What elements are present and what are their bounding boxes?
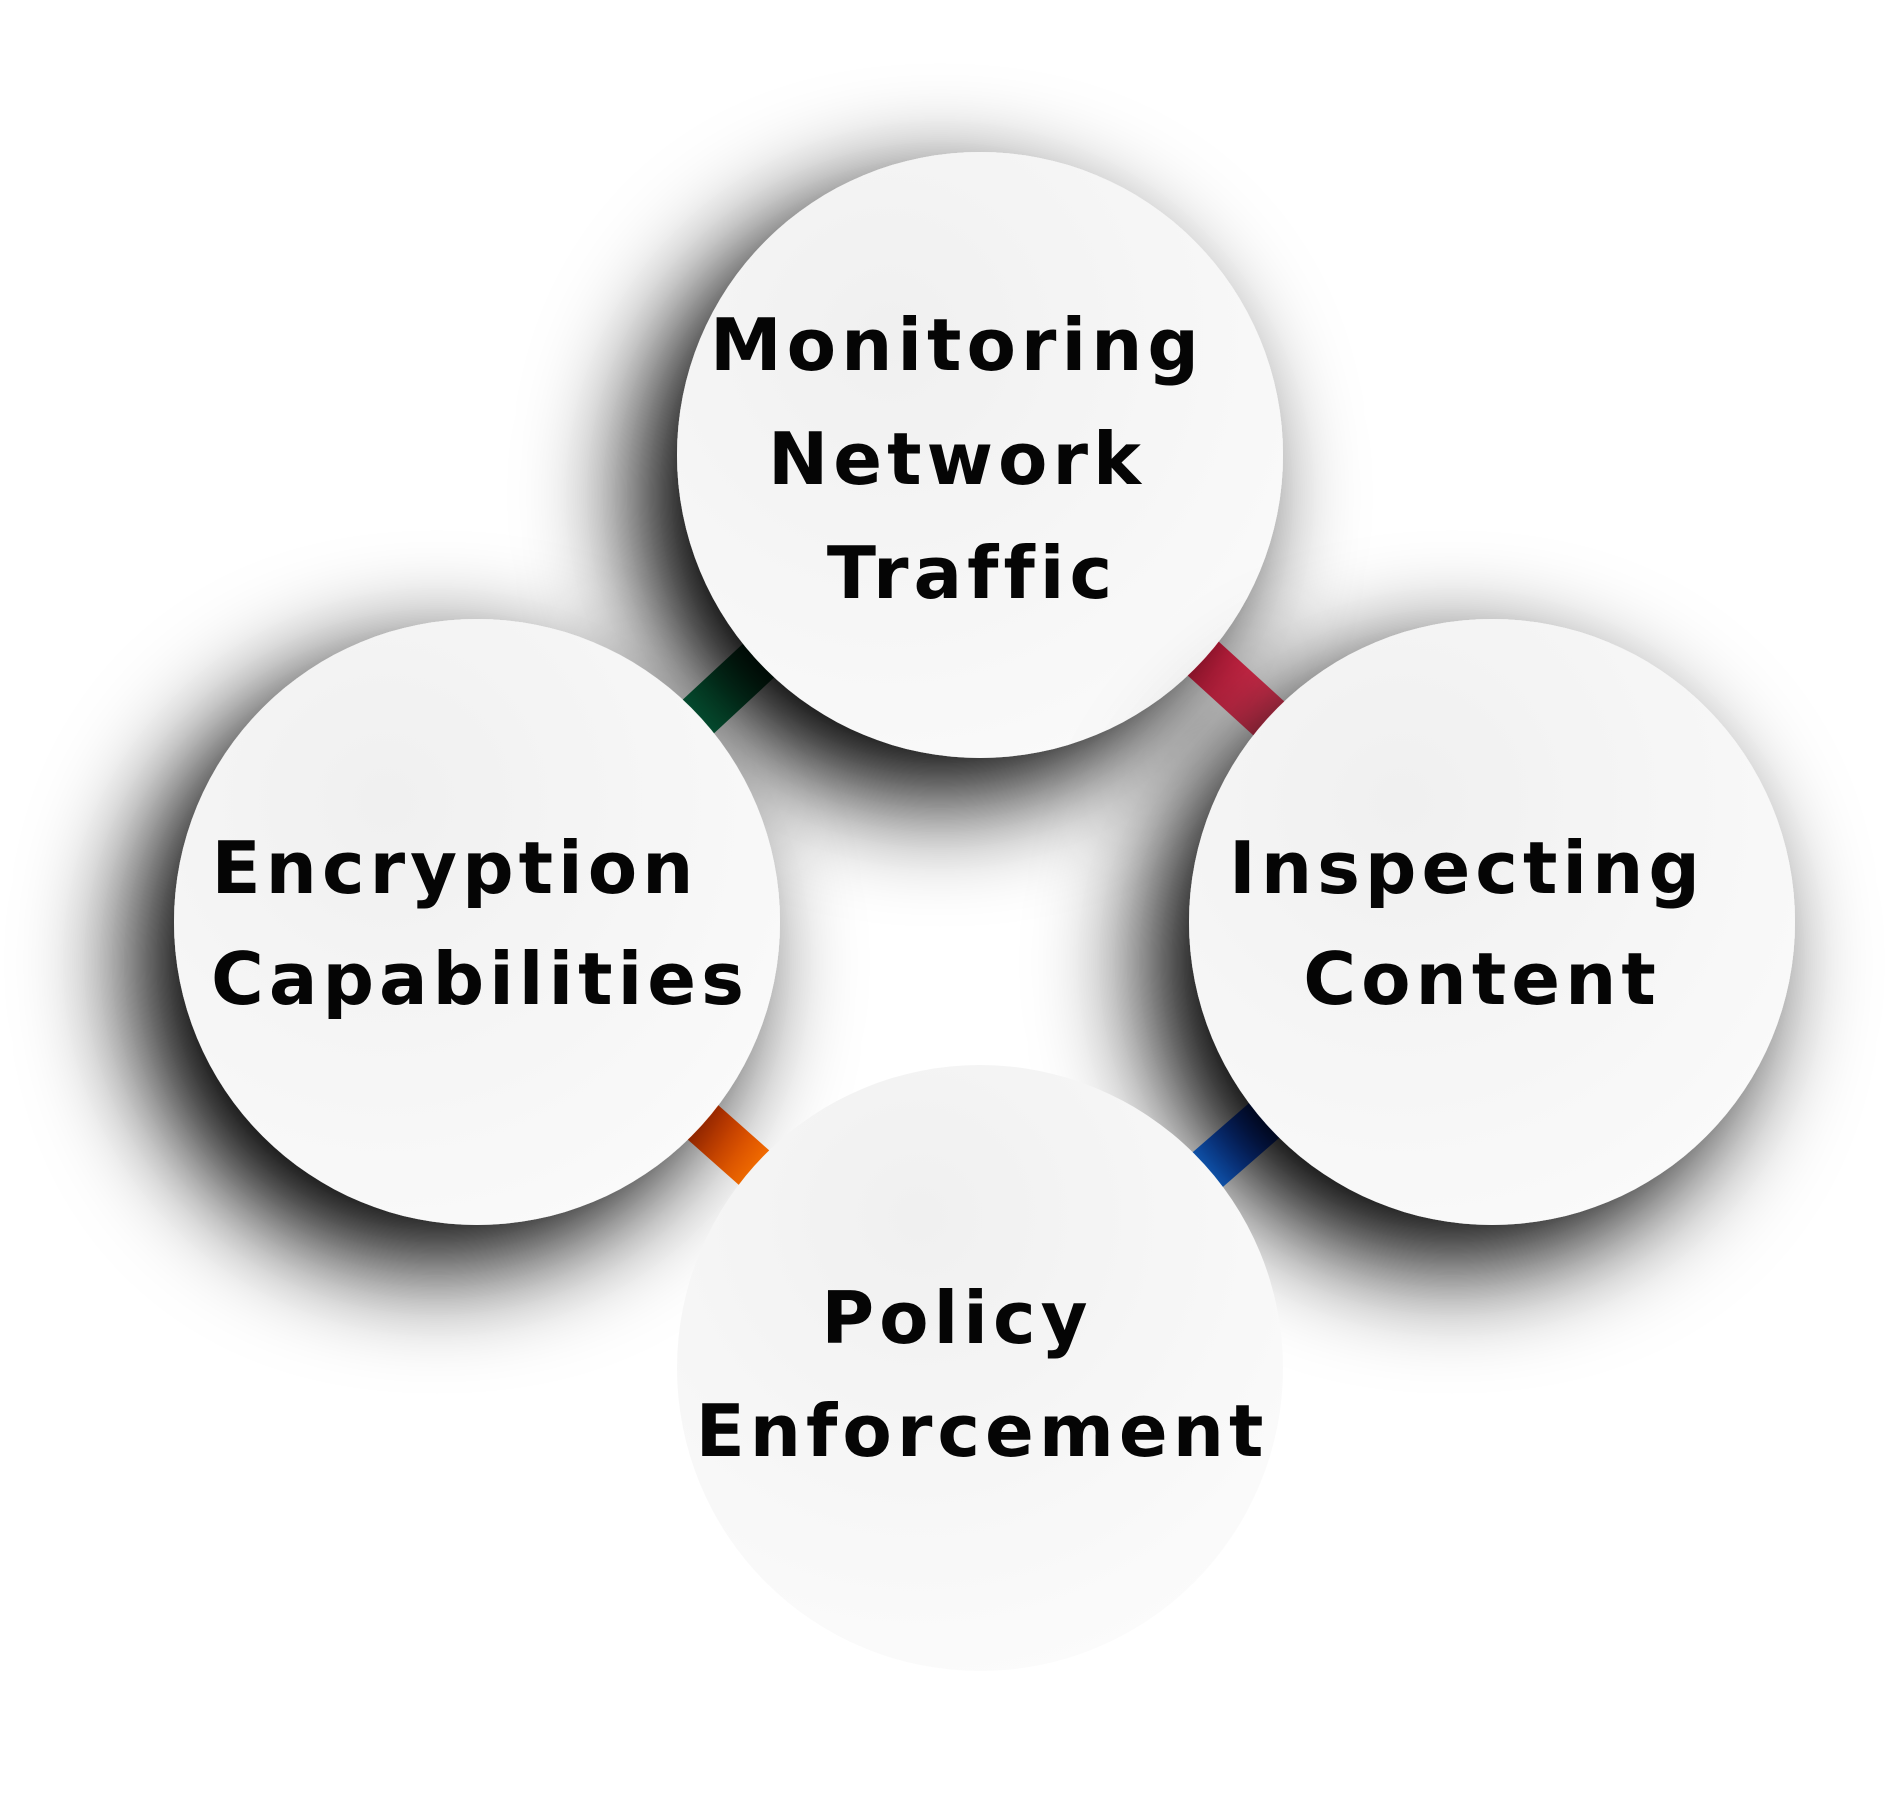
node-inspecting-circle — [1189, 619, 1795, 1225]
cycle-diagram: Monitoring Network Traffic Inspecting Co… — [174, 152, 1795, 1671]
label-monitoring-line: Traffic — [827, 531, 1117, 615]
label-encryption-line: Capabilities — [211, 937, 749, 1021]
label-inspecting-line: Content — [1303, 937, 1661, 1021]
label-encryption-line: Encryption — [212, 826, 699, 910]
node-inspecting — [1189, 619, 1795, 1225]
node-encryption — [174, 619, 780, 1225]
label-policy-line: Policy — [821, 1276, 1092, 1360]
node-encryption-circle — [174, 619, 780, 1225]
label-monitoring-line: Network — [768, 417, 1146, 501]
node-policy-circle — [677, 1065, 1283, 1671]
label-policy-line: Enforcement — [696, 1389, 1269, 1473]
node-policy — [677, 1065, 1283, 1671]
label-inspecting-line: Inspecting — [1229, 826, 1705, 910]
label-monitoring-line: Monitoring — [710, 303, 1204, 387]
